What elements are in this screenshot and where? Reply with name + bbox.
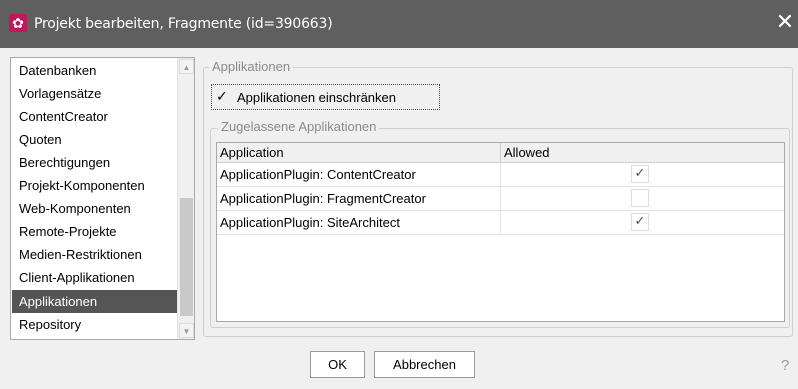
- allowed-checkbox[interactable]: ✓: [631, 213, 649, 231]
- nav-item-client-applikationen[interactable]: Client-Applikationen: [12, 266, 178, 289]
- table-row[interactable]: ApplicationPlugin: SiteArchitect ✓: [217, 211, 784, 235]
- column-header-allowed[interactable]: Allowed: [501, 143, 784, 162]
- applications-legend: Applikationen: [209, 59, 294, 75]
- column-header-application[interactable]: Application: [217, 143, 501, 162]
- nav-item-repository[interactable]: Repository: [12, 313, 178, 336]
- nav-item-web-komponenten[interactable]: Web-Komponenten: [12, 197, 178, 220]
- nav-item-quoten[interactable]: Quoten: [12, 128, 178, 151]
- nav-item-contentcreator[interactable]: ContentCreator: [12, 105, 178, 128]
- help-icon[interactable]: ?: [781, 357, 789, 374]
- allowed-checkbox[interactable]: [631, 189, 649, 207]
- checkmark-icon: ✓: [216, 89, 228, 105]
- application-cell: ApplicationPlugin: SiteArchitect: [217, 211, 501, 234]
- close-icon[interactable]: ✕: [772, 12, 798, 36]
- allowed-applications-legend: Zugelassene Applikationen: [218, 119, 380, 135]
- scroll-up-arrow-icon[interactable]: ▲: [179, 59, 194, 74]
- table-row[interactable]: ApplicationPlugin: FragmentCreator: [217, 187, 784, 211]
- nav-scrollbar[interactable]: ▲ ▼: [177, 58, 194, 339]
- allowed-applications-table: Application Allowed ApplicationPlugin: C…: [216, 142, 785, 322]
- restrict-applications-checkbox[interactable]: ✓ Applikationen einschränken: [211, 84, 440, 110]
- gear-icon: ✿: [9, 14, 27, 32]
- settings-nav-list: Datenbanken Vorlagensätze ContentCreator…: [10, 57, 195, 340]
- table-row[interactable]: ApplicationPlugin: ContentCreator ✓: [217, 163, 784, 187]
- scroll-thumb[interactable]: [180, 198, 193, 316]
- nav-item-berechtigungen[interactable]: Berechtigungen: [12, 151, 178, 174]
- nav-item-datenbanken[interactable]: Datenbanken: [12, 59, 178, 82]
- application-cell: ApplicationPlugin: FragmentCreator: [217, 187, 501, 210]
- application-cell: ApplicationPlugin: ContentCreator: [217, 163, 501, 186]
- cancel-button[interactable]: Abbrechen: [374, 351, 475, 378]
- table-header: Application Allowed: [217, 143, 784, 163]
- nav-item-remote-projekte[interactable]: Remote-Projekte: [12, 220, 178, 243]
- nav-item-vorlagensaetze[interactable]: Vorlagensätze: [12, 82, 178, 105]
- restrict-applications-label: Applikationen einschränken: [237, 89, 396, 105]
- scroll-down-arrow-icon[interactable]: ▼: [179, 323, 194, 338]
- nav-item-projekt-komponenten[interactable]: Projekt-Komponenten: [12, 174, 178, 197]
- nav-item-applikationen[interactable]: Applikationen: [12, 290, 178, 313]
- title-bar: ✿ Projekt bearbeiten, Fragmente (id=3906…: [0, 0, 798, 48]
- allowed-checkbox[interactable]: ✓: [631, 165, 649, 183]
- ok-button[interactable]: OK: [310, 351, 365, 378]
- nav-item-medien-restriktionen[interactable]: Medien-Restriktionen: [12, 243, 178, 266]
- window-title: Projekt bearbeiten, Fragmente (id=390663…: [34, 16, 333, 32]
